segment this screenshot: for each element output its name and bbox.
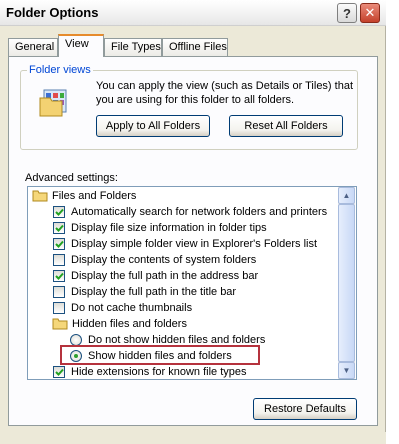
folder-icon (32, 190, 48, 202)
checked-checkbox[interactable] (53, 222, 65, 234)
setting-label: Do not cache thumbnails (71, 302, 193, 314)
tab-view[interactable]: View (58, 34, 104, 57)
setting-checkbox-row[interactable]: Display the full path in the address bar (28, 268, 338, 284)
unchecked-checkbox[interactable] (53, 286, 65, 298)
checkmark-icon (55, 208, 64, 216)
tree-folder-files-and-folders: Files and Folders (28, 188, 338, 204)
apply-to-all-folders-button[interactable]: Apply to All Folders (96, 115, 210, 137)
setting-label: Display the contents of system folders (71, 254, 257, 266)
folder-views-icon (39, 89, 67, 117)
tab-file-types[interactable]: File Types (104, 38, 162, 56)
checked-checkbox[interactable] (53, 238, 65, 250)
checked-checkbox[interactable] (53, 366, 65, 378)
unchecked-checkbox[interactable] (53, 302, 65, 314)
setting-checkbox-row[interactable]: Display file size information in folder … (28, 220, 338, 236)
setting-label: Display the full path in the title bar (71, 286, 237, 298)
folder-icon (52, 318, 68, 330)
reset-all-folders-button[interactable]: Reset All Folders (229, 115, 343, 137)
help-button[interactable]: ? (337, 3, 357, 23)
checkmark-icon (55, 224, 64, 232)
tab-general[interactable]: General (8, 38, 58, 56)
setting-label: Hidden files and folders (72, 318, 187, 330)
checked-checkbox[interactable] (53, 270, 65, 282)
checkmark-icon (55, 272, 64, 280)
tab-offline-files[interactable]: Offline Files (162, 38, 228, 56)
annotation-highlight-box (60, 345, 260, 365)
setting-label: Automatically search for network folders… (71, 206, 328, 218)
tree-folder-hidden-files-and-folders: Hidden files and folders (28, 316, 338, 332)
setting-label: Display file size information in folder … (71, 222, 267, 234)
scroll-up-arrow-icon[interactable]: ▲ (338, 187, 355, 204)
scroll-down-arrow-icon[interactable]: ▼ (338, 362, 355, 379)
setting-checkbox-row[interactable]: Do not cache thumbnails (28, 300, 338, 316)
window-title: Folder Options (6, 5, 99, 20)
setting-label: Display simple folder view in Explorer's… (71, 238, 318, 250)
folder-options-window: Folder Options ? ✕ General View File Typ… (0, 0, 386, 444)
setting-checkbox-row[interactable]: Display the contents of system folders (28, 252, 338, 268)
advanced-settings-scrollbar[interactable]: ▲ ▼ (338, 187, 355, 379)
title-bar: Folder Options ? ✕ (0, 0, 386, 26)
setting-checkbox-row[interactable]: Display the full path in the title bar (28, 284, 338, 300)
advanced-settings-label: Advanced settings: (25, 172, 118, 184)
window-bottom-edge (0, 432, 386, 444)
restore-defaults-button[interactable]: Restore Defaults (253, 398, 357, 420)
setting-checkbox-row[interactable]: Hide extensions for known file types (28, 364, 338, 379)
checkmark-icon (55, 240, 64, 248)
setting-label: Hide extensions for known file types (71, 366, 247, 378)
setting-checkbox-row[interactable]: Display simple folder view in Explorer's… (28, 236, 338, 252)
scroll-thumb[interactable] (338, 204, 355, 362)
setting-label: Display the full path in the address bar (71, 270, 259, 282)
checked-checkbox[interactable] (53, 206, 65, 218)
checkmark-icon (55, 368, 64, 376)
setting-checkbox-row[interactable]: Automatically search for network folders… (28, 204, 338, 220)
setting-label: Files and Folders (52, 190, 137, 202)
folder-views-description: You can apply the view (such as Details … (96, 80, 354, 106)
close-button[interactable]: ✕ (360, 3, 380, 23)
folder-views-legend: Folder views (27, 64, 93, 76)
unchecked-checkbox[interactable] (53, 254, 65, 266)
